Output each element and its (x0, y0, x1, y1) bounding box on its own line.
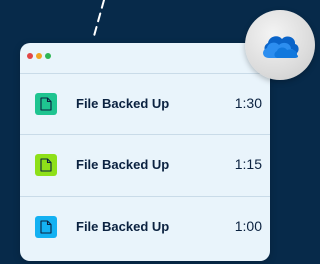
backup-window: File Backed Up 1:30 File Backed Up 1:15 … (20, 43, 270, 261)
backup-row: File Backed Up 1:15 (20, 134, 270, 195)
maximize-dot[interactable] (45, 53, 51, 59)
cloud-icon (263, 36, 299, 58)
row-time: 1:30 (234, 95, 262, 111)
row-time: 1:00 (234, 218, 262, 234)
backup-row: File Backed Up 1:00 (20, 196, 270, 257)
file-icon (35, 216, 57, 238)
close-dot[interactable] (27, 53, 33, 59)
row-time: 1:15 (234, 156, 262, 172)
cloud-badge (245, 10, 315, 80)
row-label: File Backed Up (76, 157, 170, 172)
window-titlebar (20, 43, 270, 72)
file-icon (35, 93, 57, 115)
row-label: File Backed Up (76, 219, 170, 234)
file-icon (35, 154, 57, 176)
backup-row: File Backed Up 1:30 (20, 73, 270, 134)
minimize-dot[interactable] (36, 53, 42, 59)
row-label: File Backed Up (76, 96, 170, 111)
